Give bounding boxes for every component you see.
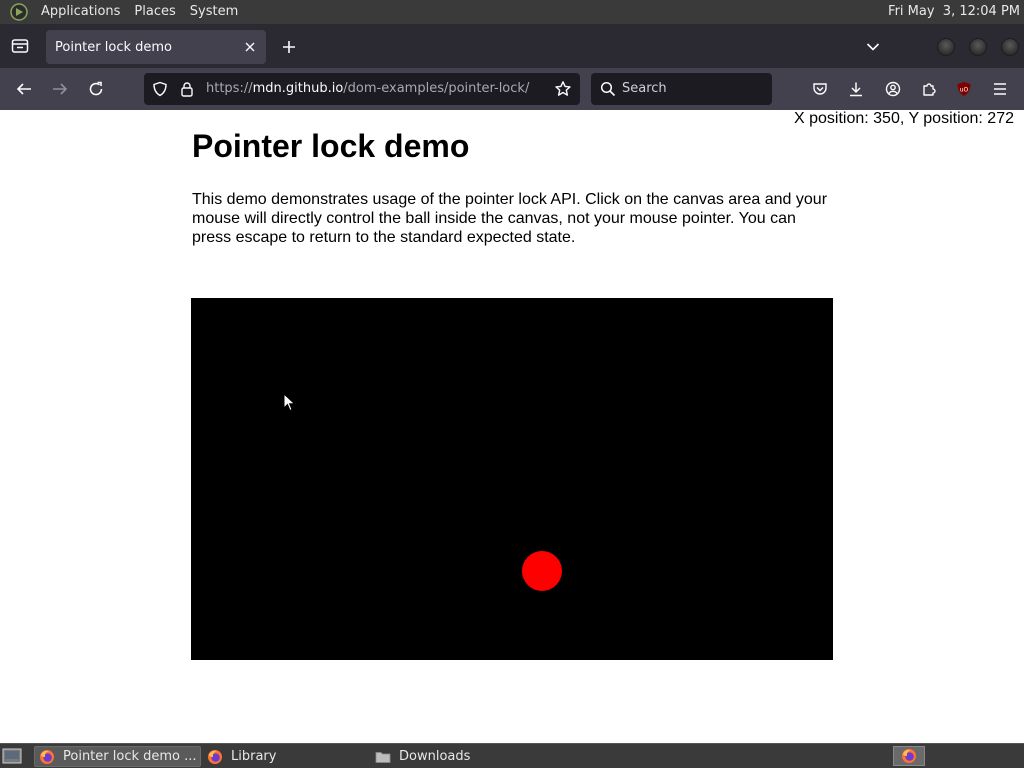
account-icon [885, 81, 901, 97]
web-page-content: X position: 350, Y position: 272 Pointer… [0, 110, 1024, 743]
taskbar: Pointer lock demo ... Library Downloads [0, 743, 1024, 768]
firefox-icon [208, 749, 222, 764]
downloads-button[interactable] [845, 78, 867, 100]
hamburger-menu-icon [994, 83, 1006, 95]
back-arrow-icon [16, 83, 31, 95]
maximize-window-button[interactable] [969, 38, 987, 56]
download-icon [850, 82, 862, 97]
page-description: This demo demonstrates usage of the poin… [192, 191, 828, 246]
mouse-pointer-icon [283, 393, 296, 412]
pocket-button[interactable] [809, 78, 831, 100]
tray-firefox-button[interactable] [893, 746, 925, 766]
taskbar-item-label: Pointer lock demo ... [63, 749, 197, 764]
tab-close-button[interactable] [240, 37, 260, 57]
svg-text:uO: uO [960, 87, 969, 94]
extensions-button[interactable] [918, 78, 940, 100]
url-host: mdn.github.io [252, 81, 344, 96]
puzzle-icon [923, 83, 936, 96]
pointer-lock-canvas[interactable] [191, 298, 833, 660]
distro-logo-icon[interactable] [10, 3, 28, 21]
star-icon[interactable] [554, 80, 572, 98]
back-button[interactable] [12, 77, 36, 101]
page-title: Pointer lock demo [192, 128, 470, 164]
reload-button[interactable] [84, 77, 108, 101]
app-menu-button[interactable] [989, 78, 1011, 100]
top-panel: Applications Places System Fri May 3, 12… [0, 0, 1024, 24]
url-bar[interactable]: https://mdn.github.io/dom-examples/point… [144, 73, 580, 105]
tracking-protection-shield-icon[interactable] [152, 81, 168, 97]
taskbar-item-label: Downloads [399, 749, 471, 764]
tab-title: Pointer lock demo [55, 39, 172, 55]
plus-icon [283, 41, 295, 53]
forward-arrow-icon [53, 83, 68, 95]
pocket-icon [813, 83, 827, 95]
url-text[interactable]: https://mdn.github.io/dom-examples/point… [206, 81, 529, 96]
position-readout: X position: 350, Y position: 272 [793, 110, 1014, 127]
tab-strip: Pointer lock demo [0, 24, 1024, 68]
panel-clock[interactable]: Fri May 3, 12:04 PM [888, 0, 1020, 24]
url-scheme: https:// [206, 81, 253, 96]
reload-icon [89, 81, 103, 96]
tab-pointer-lock-demo[interactable]: Pointer lock demo [46, 30, 266, 64]
chevron-down-icon [866, 43, 880, 51]
close-icon [245, 42, 255, 52]
close-window-button[interactable] [1001, 38, 1019, 56]
red-ball [522, 551, 562, 591]
firefox-view-button[interactable] [0, 24, 40, 68]
taskbar-item-downloads[interactable]: Downloads [371, 746, 531, 767]
firefox-icon [40, 749, 54, 764]
applications-menu[interactable]: Applications [34, 0, 127, 24]
show-desktop-icon[interactable] [2, 747, 22, 765]
forward-button[interactable] [48, 77, 72, 101]
navigation-toolbar: https://mdn.github.io/dom-examples/point… [0, 68, 1024, 110]
system-menu[interactable]: System [183, 0, 245, 24]
taskbar-item-label: Library [231, 749, 277, 764]
ublock-icon: uO [957, 82, 971, 96]
places-menu[interactable]: Places [127, 0, 182, 24]
account-button[interactable] [882, 78, 904, 100]
firefox-view-icon [11, 39, 29, 53]
search-input[interactable]: Search [591, 73, 772, 105]
ublock-origin-button[interactable]: uO [953, 78, 975, 100]
url-path: /dom-examples/pointer-lock/ [343, 81, 530, 96]
new-tab-button[interactable] [278, 36, 300, 58]
list-all-tabs-button[interactable] [862, 36, 884, 58]
minimize-window-button[interactable] [937, 38, 955, 56]
search-placeholder: Search [622, 81, 667, 96]
firefox-icon [902, 749, 916, 763]
folder-icon [375, 751, 391, 763]
lock-icon[interactable] [180, 81, 194, 97]
search-icon [600, 81, 616, 97]
taskbar-item-library[interactable]: Library [203, 746, 363, 767]
taskbar-item-pointer-lock-demo[interactable]: Pointer lock demo ... [34, 746, 201, 767]
